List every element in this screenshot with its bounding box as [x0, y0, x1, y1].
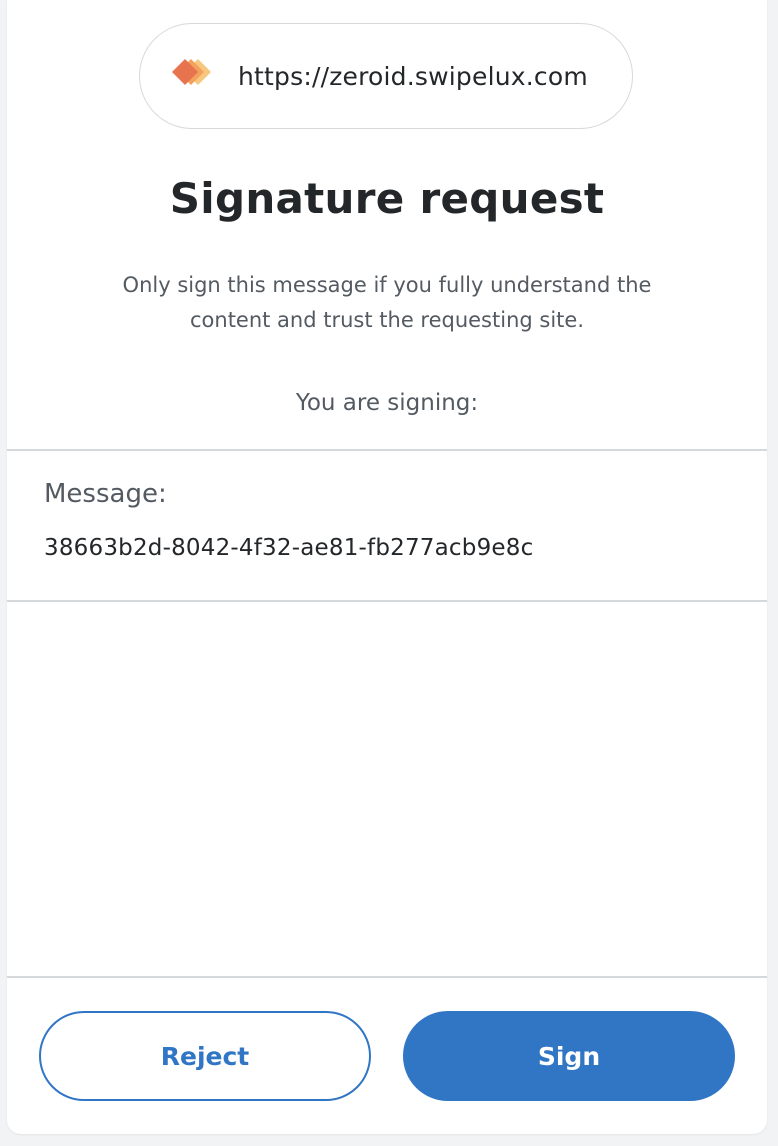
- divider-footer: [7, 976, 767, 978]
- page-title: Signature request: [169, 174, 605, 223]
- divider-top: [7, 449, 767, 451]
- signing-label: You are signing:: [295, 390, 479, 416]
- site-origin-pill: https://zeroid.swipelux.com: [139, 23, 633, 129]
- site-favicon-icon: [172, 59, 211, 85]
- sign-warning-text: Only sign this message if you fully unde…: [122, 273, 652, 332]
- divider-message-bottom: [7, 600, 767, 602]
- sign-button[interactable]: Sign: [403, 1011, 735, 1101]
- message-label: Message:: [44, 479, 167, 509]
- message-value: 38663b2d-8042-4f32-ae81-fb277acb9e8c: [44, 535, 534, 561]
- signature-request-panel: https://zeroid.swipelux.com Signature re…: [7, 0, 767, 1134]
- reject-button[interactable]: Reject: [39, 1011, 371, 1101]
- site-origin-url: https://zeroid.swipelux.com: [238, 62, 588, 91]
